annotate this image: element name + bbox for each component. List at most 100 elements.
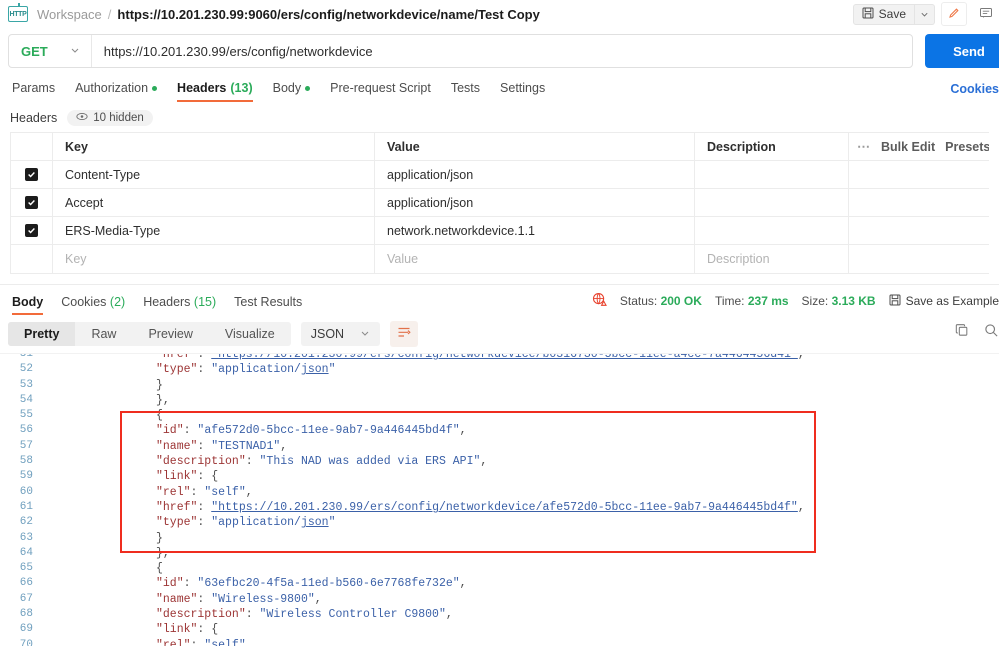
row-key[interactable]: Content-Type xyxy=(53,161,375,188)
view-mode-raw[interactable]: Raw xyxy=(75,322,132,346)
code-token-s: "self" xyxy=(204,485,246,499)
url-input-group: GET xyxy=(8,34,913,68)
send-button[interactable]: Send xyxy=(925,34,999,68)
response-body-viewer[interactable]: 51 "href": "https://10.201.230.99/ers/con… xyxy=(0,353,999,646)
save-options-button[interactable] xyxy=(915,3,935,25)
size-label: Size: xyxy=(801,294,829,308)
ellipsis-icon[interactable]: ⋯ xyxy=(857,139,871,155)
code-token-k: "description" xyxy=(156,608,246,622)
code-token-k: "href" xyxy=(156,500,198,514)
code-token-p: } xyxy=(156,378,163,392)
comments-button[interactable] xyxy=(973,2,999,26)
code-token-k: "rel" xyxy=(156,638,191,646)
code-token-k: "link" xyxy=(156,623,198,637)
row-actions xyxy=(849,217,989,244)
line-number: 52 xyxy=(19,363,33,376)
response-tab-test-results[interactable]: Test Results xyxy=(225,295,311,315)
row-checkbox-cell[interactable] xyxy=(11,161,53,188)
breadcrumb-workspace[interactable]: Workspace xyxy=(37,7,102,22)
table-row[interactable]: Content-Type application/json xyxy=(11,161,989,189)
checkbox-checked-icon[interactable] xyxy=(25,224,38,237)
row-value[interactable]: application/json xyxy=(375,161,695,188)
code-token-p: } xyxy=(156,531,163,545)
url-input[interactable] xyxy=(91,43,912,59)
tab-pre-request-script[interactable]: Pre-request Script xyxy=(320,81,441,102)
line-number: 51 xyxy=(19,353,33,360)
code-token-p: : xyxy=(190,485,205,499)
table-row[interactable]: ERS-Media-Type network.networkdevice.1.1 xyxy=(11,217,989,245)
code-token-lnk[interactable]: "https://10.201.230.99/ers/config/networ… xyxy=(211,354,798,361)
chevron-down-icon xyxy=(70,45,80,58)
row-checkbox-cell[interactable] xyxy=(11,245,53,273)
checkbox-checked-icon[interactable] xyxy=(25,168,38,181)
http-badge-icon: HTTP xyxy=(8,3,28,22)
code-token-p: : { xyxy=(197,623,219,637)
search-icon[interactable] xyxy=(984,323,999,341)
breadcrumb-request-name[interactable]: https://10.201.230.99:9060/ers/config/ne… xyxy=(117,7,539,22)
response-tab-headers-label: Headers xyxy=(143,295,191,309)
code-token-s: "Wireless Controller C9800" xyxy=(259,608,446,622)
response-tab-body[interactable]: Body xyxy=(8,295,52,315)
method-selector[interactable]: GET xyxy=(9,35,92,67)
response-viewer-toolbar: Pretty Raw Preview Visualize JSON xyxy=(0,315,999,353)
view-mode-preview[interactable]: Preview xyxy=(132,322,208,346)
copy-icon[interactable] xyxy=(955,323,970,341)
new-value-input[interactable]: Value xyxy=(375,245,695,273)
row-description[interactable] xyxy=(695,217,849,244)
code-token-k: "description" xyxy=(156,455,246,469)
checkbox-checked-icon[interactable] xyxy=(25,196,38,209)
code-token-p: { xyxy=(156,409,163,423)
eye-icon xyxy=(76,112,88,124)
row-value[interactable]: application/json xyxy=(375,189,695,216)
code-token-lnk[interactable]: json xyxy=(301,516,329,529)
code-token-lnk[interactable]: json xyxy=(301,363,329,376)
row-key[interactable]: Accept xyxy=(53,189,375,216)
cookies-link[interactable]: Cookies xyxy=(950,82,999,96)
format-selector[interactable]: JSON xyxy=(300,322,381,346)
table-row-empty[interactable]: Key Value Description xyxy=(11,245,989,273)
view-mode-visualize[interactable]: Visualize xyxy=(209,322,291,346)
table-row[interactable]: Accept application/json xyxy=(11,189,989,217)
save-button[interactable]: Save xyxy=(852,3,915,25)
tab-tests[interactable]: Tests xyxy=(441,81,490,102)
tab-params[interactable]: Params xyxy=(8,81,65,102)
tab-body[interactable]: Body xyxy=(263,81,321,102)
row-actions xyxy=(849,161,989,188)
tab-headers[interactable]: Headers (13) xyxy=(167,81,263,102)
url-bar: GET Send xyxy=(0,28,999,74)
bulk-edit-button[interactable]: Bulk Edit xyxy=(881,140,935,154)
code-token-s: "63efbc20-4f5a-11ed-b560-6e7768fe732e" xyxy=(197,577,460,591)
code-line: 66 "id": "63efbc20-4f5a-11ed-b560-6e7768f… xyxy=(0,576,999,591)
code-text: "id": "63efbc20-4f5a-11ed-b560-6e7768fe7… xyxy=(152,576,999,591)
code-text: { xyxy=(152,561,999,576)
new-key-input[interactable]: Key xyxy=(53,245,375,273)
tab-settings[interactable]: Settings xyxy=(490,81,555,102)
code-token-lnk[interactable]: "https://10.201.230.99/ers/config/networ… xyxy=(211,501,798,514)
save-as-example-button[interactable]: Save as Example xyxy=(889,294,999,309)
row-value[interactable]: network.networkdevice.1.1 xyxy=(375,217,695,244)
row-checkbox-cell[interactable] xyxy=(11,217,53,244)
row-checkbox-cell[interactable] xyxy=(11,189,53,216)
response-status-bar: Status: 200 OK Time: 237 ms Size: 3.13 K… xyxy=(592,292,999,310)
code-line: 56 "id": "afe572d0-5bcc-11ee-9ab7-9a44644… xyxy=(0,423,999,438)
code-token-p: , xyxy=(459,424,467,438)
row-description[interactable] xyxy=(695,161,849,188)
line-number: 57 xyxy=(19,439,33,452)
select-all-cell xyxy=(11,133,53,160)
view-mode-pretty[interactable]: Pretty xyxy=(8,322,76,346)
new-description-input[interactable]: Description xyxy=(695,245,849,273)
response-tab-headers[interactable]: Headers (15) xyxy=(134,295,225,315)
hidden-headers-toggle[interactable]: 10 hidden xyxy=(67,110,153,126)
edit-request-button[interactable] xyxy=(941,2,967,26)
code-line: 51 "href": "https://10.201.230.99/ers/con… xyxy=(0,353,999,362)
code-token-s: "application/ xyxy=(211,516,301,530)
presets-button[interactable]: Presets ⌄ xyxy=(945,139,989,154)
response-tab-cookies[interactable]: Cookies (2) xyxy=(52,295,134,315)
line-number: 54 xyxy=(19,393,33,406)
row-description[interactable] xyxy=(695,189,849,216)
wrap-lines-button[interactable] xyxy=(390,321,419,347)
row-key[interactable]: ERS-Media-Type xyxy=(53,217,375,244)
headers-table-actions: ⋯ Bulk Edit Presets ⌄ xyxy=(849,133,989,160)
code-token-p: , xyxy=(480,455,488,469)
tab-authorization[interactable]: Authorization xyxy=(65,81,167,102)
